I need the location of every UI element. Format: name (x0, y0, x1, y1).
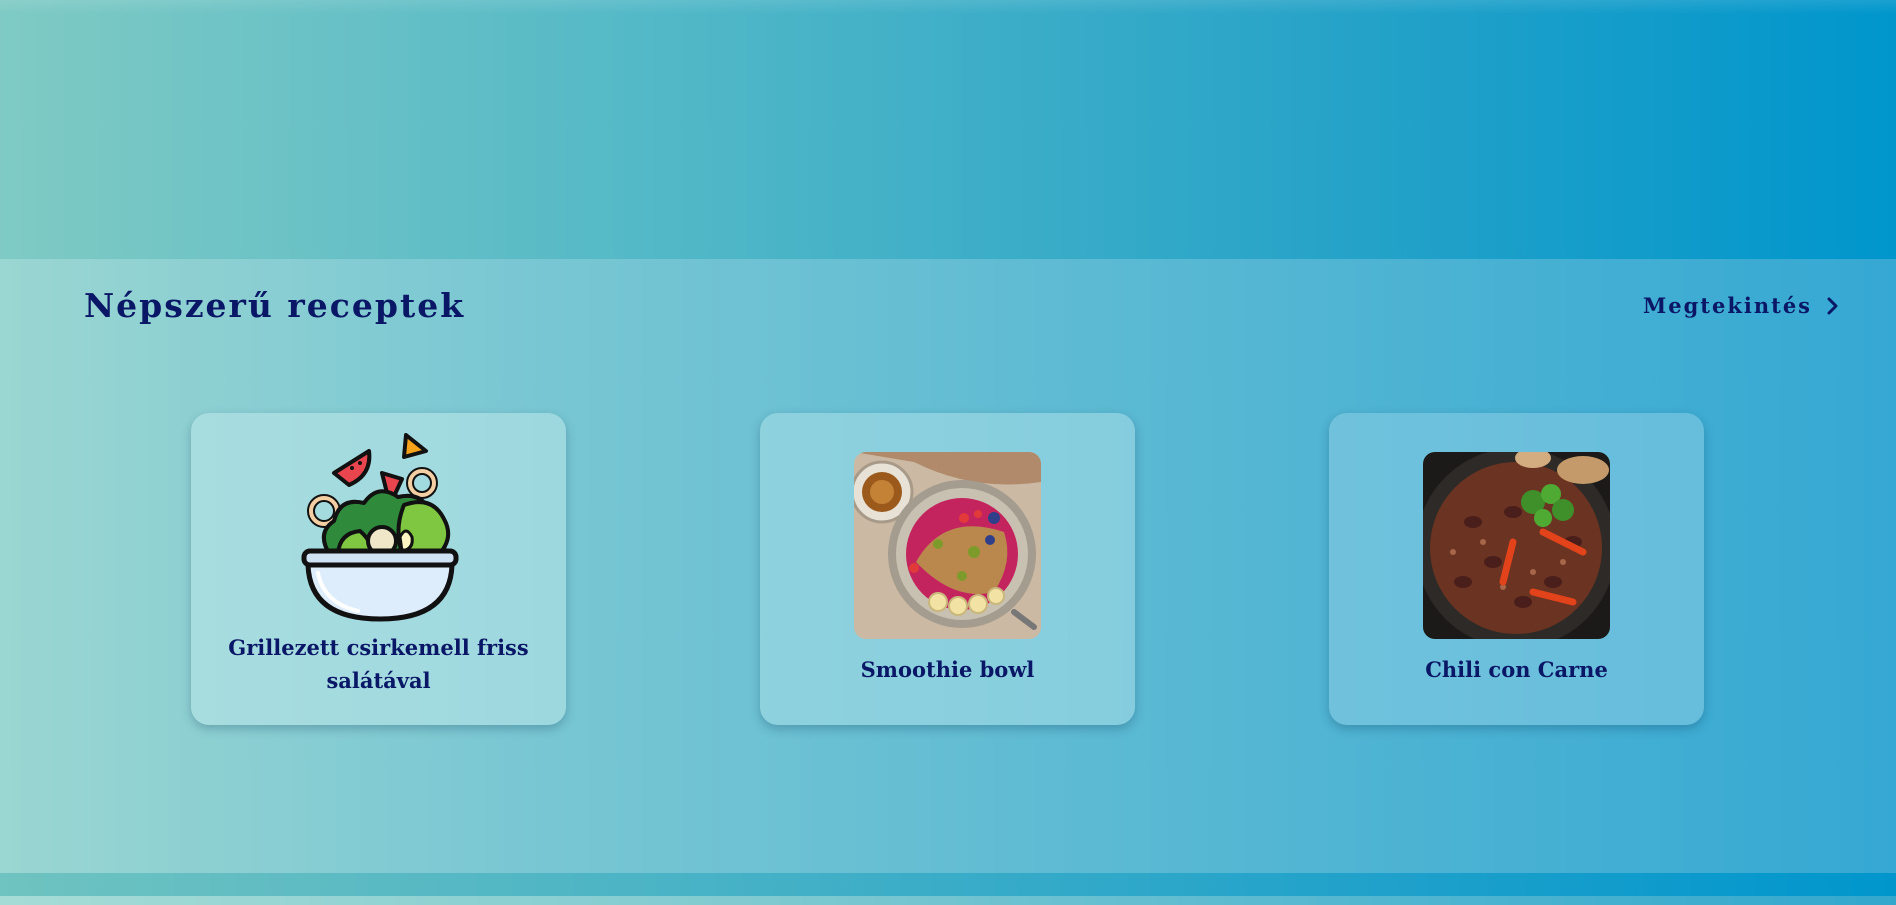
section-title: Népszerű receptek (84, 286, 466, 325)
recipe-card-title: Grillezett csirkemell friss salátával (228, 635, 529, 693)
recipe-card-title: Smoothie bowl (860, 657, 1035, 682)
view-all-link[interactable]: Megtekintés (1643, 293, 1838, 318)
footer-divider (0, 896, 1896, 905)
smoothie-bowl-photo (854, 452, 1041, 639)
hero-band-edge (0, 0, 1896, 14)
recipe-card-salad[interactable]: Grillezett csirkemell friss salátával (191, 413, 566, 725)
recipe-card-title: Chili con Carne (1425, 657, 1608, 682)
chili-con-carne-photo (1423, 452, 1610, 639)
view-all-label: Megtekintés (1642, 293, 1812, 318)
recipe-card-smoothie[interactable]: Smoothie bowl (760, 413, 1135, 725)
popular-recipes-section: Népszerű receptek Megtekintés Grillezett… (0, 259, 1896, 873)
hero-band (0, 0, 1896, 259)
recipe-card-list: Grillezett csirkemell friss salátával Sm… (0, 413, 1896, 725)
recipe-card-chili[interactable]: Chili con Carne (1329, 413, 1704, 725)
footer-band (0, 873, 1896, 905)
chevron-right-icon (1827, 297, 1838, 314)
salad-bowl-icon (294, 433, 464, 623)
